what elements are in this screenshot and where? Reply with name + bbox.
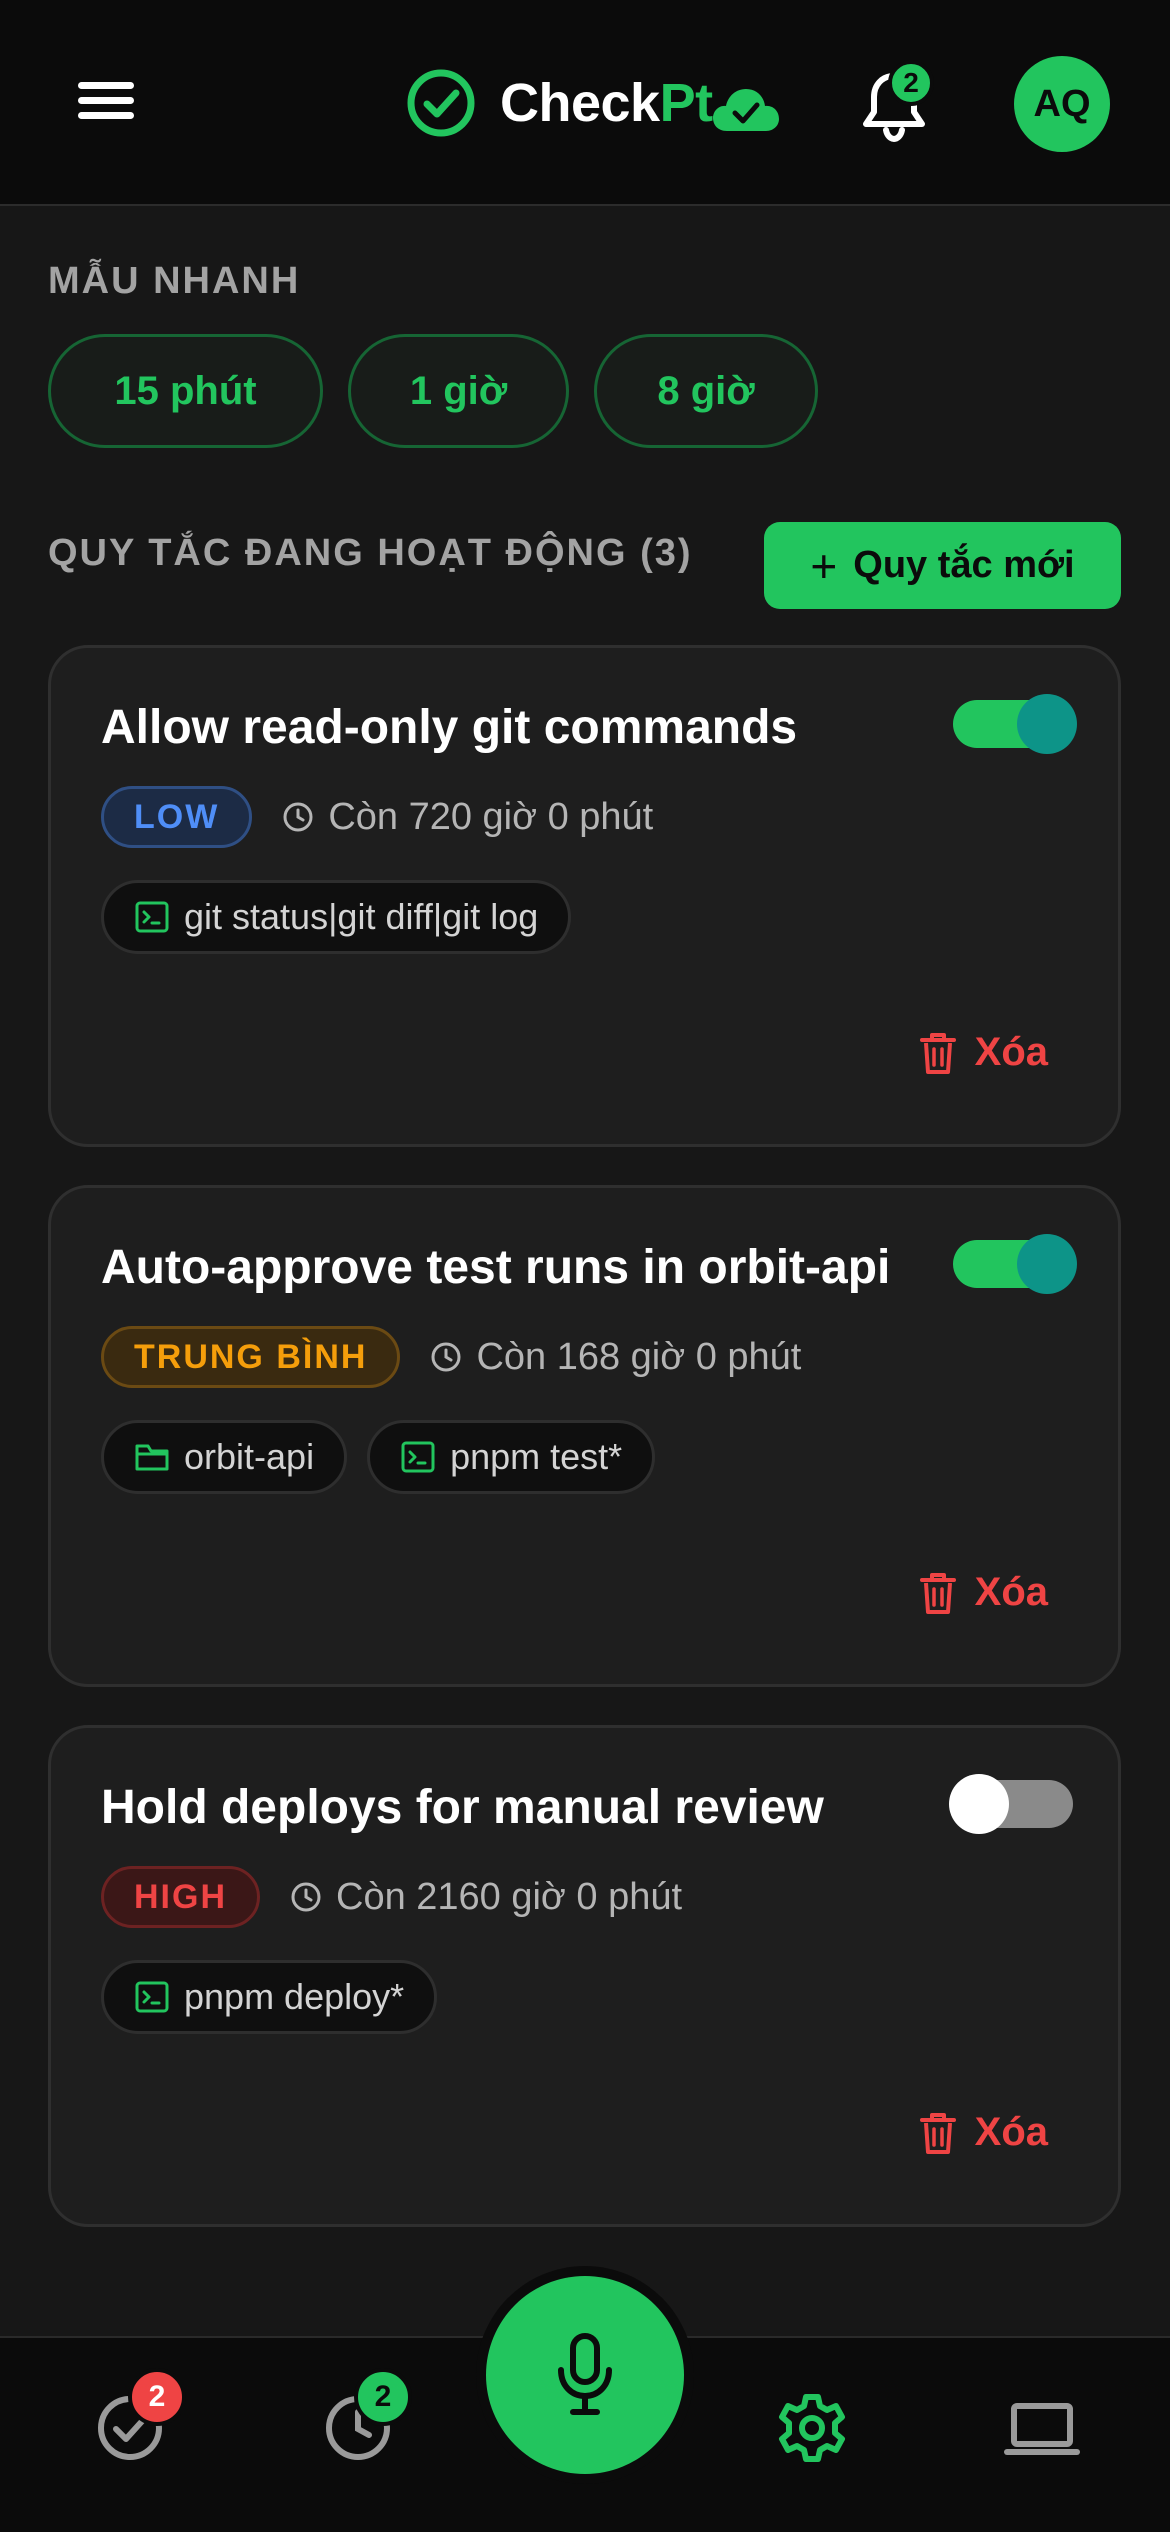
rule-meta: TRUNG BÌNH Còn 168 giờ 0 phút — [101, 1326, 801, 1388]
delete-rule-button[interactable]: Xóa — [919, 1030, 1048, 1075]
nav-devices-laptop-icon[interactable] — [1004, 2392, 1080, 2464]
rule-tags: git status|git diff|git log — [101, 880, 591, 954]
rule-title: Hold deploys for manual review — [101, 1781, 824, 1834]
notification-badge: 2 — [888, 60, 934, 106]
project-tag: orbit-api — [101, 1420, 348, 1494]
rule-card: Hold deploys for manual review HIGH Còn … — [48, 1725, 1121, 2227]
cloud-check-icon — [712, 89, 779, 131]
remaining-time: Còn 168 giờ 0 phút — [476, 1335, 802, 1378]
logo-text-pt: Pt — [659, 73, 714, 133]
clock-icon — [291, 1882, 321, 1912]
folder-icon — [135, 1444, 169, 1471]
check-circle-icon — [407, 69, 475, 137]
delete-rule-button[interactable]: Xóa — [919, 1570, 1048, 1615]
rule-tags: orbit-api pnpm test* — [101, 1420, 675, 1494]
history-badge: 2 — [354, 2368, 412, 2426]
command-tag: pnpm test* — [367, 1420, 656, 1494]
risk-badge: HIGH — [101, 1866, 260, 1928]
tag-text: git status|git diff|git log — [184, 896, 539, 937]
logo-text-check: Check — [500, 73, 660, 133]
app-root: CheckPt 2 AQ MẪU NHANH 15 phút 1 giờ 8 g… — [0, 0, 1170, 2532]
risk-badge: LOW — [101, 786, 253, 848]
trash-icon — [919, 2112, 956, 2154]
plus-icon: + — [810, 539, 838, 592]
clock-icon — [283, 802, 313, 832]
delete-label: Xóa — [974, 2110, 1048, 2154]
terminal-icon — [135, 1981, 169, 2013]
delete-label: Xóa — [974, 1570, 1048, 1614]
trash-icon — [919, 1572, 956, 1614]
template-chip-15min[interactable]: 15 phút — [48, 334, 323, 448]
rule-meta: HIGH Còn 2160 giờ 0 phút — [101, 1866, 682, 1928]
terminal-icon — [401, 1441, 435, 1473]
rule-meta: LOW Còn 720 giờ 0 phút — [101, 786, 653, 848]
microphone-icon — [558, 2333, 612, 2415]
voice-mic-button[interactable] — [486, 2276, 684, 2474]
logo-wordmark: CheckPt — [500, 72, 713, 134]
rule-title: Auto-approve test runs in orbit-api — [101, 1241, 891, 1294]
terminal-icon — [135, 901, 169, 933]
app-logo: CheckPt — [406, 66, 781, 140]
new-rule-button[interactable]: + Quy tắc mới — [764, 522, 1121, 609]
trash-icon — [919, 1032, 956, 1074]
quick-templates-label: MẪU NHANH — [48, 260, 301, 302]
remaining-time: Còn 2160 giờ 0 phút — [336, 1875, 683, 1918]
delete-label: Xóa — [974, 1030, 1048, 1074]
nav-settings-gear-icon[interactable] — [776, 2392, 848, 2464]
active-rules-label: QUY TẮC ĐANG HOẠT ĐỘNG (3) — [48, 532, 693, 574]
tag-text: pnpm deploy* — [184, 1976, 405, 2017]
command-tag: pnpm deploy* — [101, 1960, 438, 2034]
clock-icon — [431, 1342, 461, 1372]
rule-title: Allow read-only git commands — [101, 701, 798, 754]
new-rule-label: Quy tắc mới — [853, 544, 1075, 586]
template-chip-1h[interactable]: 1 giờ — [348, 334, 569, 448]
remaining-time: Còn 720 giờ 0 phút — [328, 795, 654, 838]
rule-tags: pnpm deploy* — [101, 1960, 457, 2034]
rule-enabled-toggle[interactable] — [949, 1774, 1073, 1834]
rule-enabled-toggle[interactable] — [953, 694, 1077, 754]
rule-card: Auto-approve test runs in orbit-api TRUN… — [48, 1185, 1121, 1687]
command-tag: git status|git diff|git log — [101, 880, 572, 954]
risk-badge: TRUNG BÌNH — [101, 1326, 401, 1388]
tag-text: orbit-api — [184, 1436, 315, 1477]
delete-rule-button[interactable]: Xóa — [919, 2110, 1048, 2155]
tag-text: pnpm test* — [450, 1436, 623, 1477]
top-header: CheckPt 2 AQ — [0, 0, 1170, 206]
hamburger-menu-icon[interactable] — [78, 78, 138, 124]
rule-enabled-toggle[interactable] — [953, 1234, 1077, 1294]
template-chip-8h[interactable]: 8 giờ — [594, 334, 818, 448]
user-avatar[interactable]: AQ — [1014, 56, 1110, 152]
approvals-badge: 2 — [128, 2368, 186, 2426]
rule-card: Allow read-only git commands LOW Còn 720… — [48, 645, 1121, 1147]
